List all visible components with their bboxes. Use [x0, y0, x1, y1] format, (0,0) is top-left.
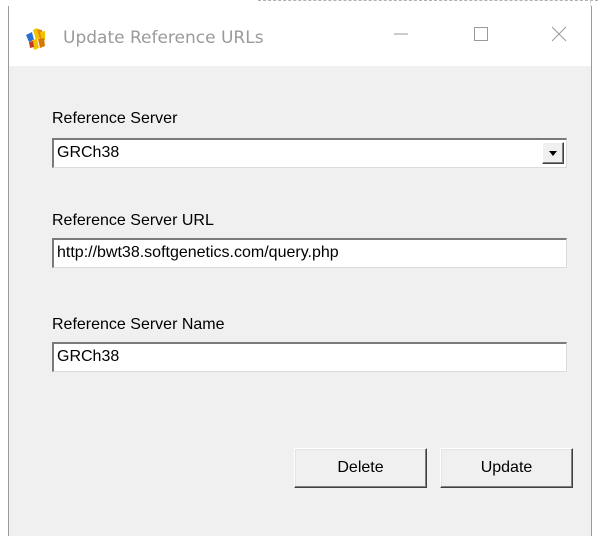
maximize-button[interactable]	[449, 6, 513, 66]
close-icon	[550, 25, 568, 48]
update-button[interactable]: Update	[440, 448, 573, 488]
title-bar[interactable]: Update Reference URLs	[9, 6, 591, 66]
reference-server-url-label: Reference Server URL	[52, 212, 214, 229]
close-button[interactable]	[527, 6, 591, 66]
background-dashed-line	[258, 0, 598, 3]
reference-server-name-field[interactable]: GRCh38	[52, 342, 567, 372]
dialog-window: Update Reference URLs Reference Server G…	[8, 6, 592, 536]
window-title: Update Reference URLs	[63, 28, 264, 48]
reference-server-dropdown[interactable]: GRCh38	[52, 138, 567, 168]
reference-server-label: Reference Server	[52, 110, 178, 127]
reference-server-name-label: Reference Server Name	[52, 316, 225, 333]
maximize-icon	[472, 25, 490, 48]
dialog-content: Reference Server GRCh38 Reference Server…	[9, 66, 591, 536]
minimize-button[interactable]	[369, 6, 433, 66]
minimize-icon	[392, 25, 410, 48]
app-logo-icon[interactable]	[23, 26, 49, 52]
delete-button[interactable]: Delete	[294, 448, 427, 488]
dropdown-button[interactable]	[542, 142, 564, 164]
reference-server-url-field[interactable]: http://bwt38.softgenetics.com/query.php	[52, 238, 567, 268]
reference-server-value: GRCh38	[57, 144, 120, 161]
chevron-down-icon	[548, 144, 558, 162]
